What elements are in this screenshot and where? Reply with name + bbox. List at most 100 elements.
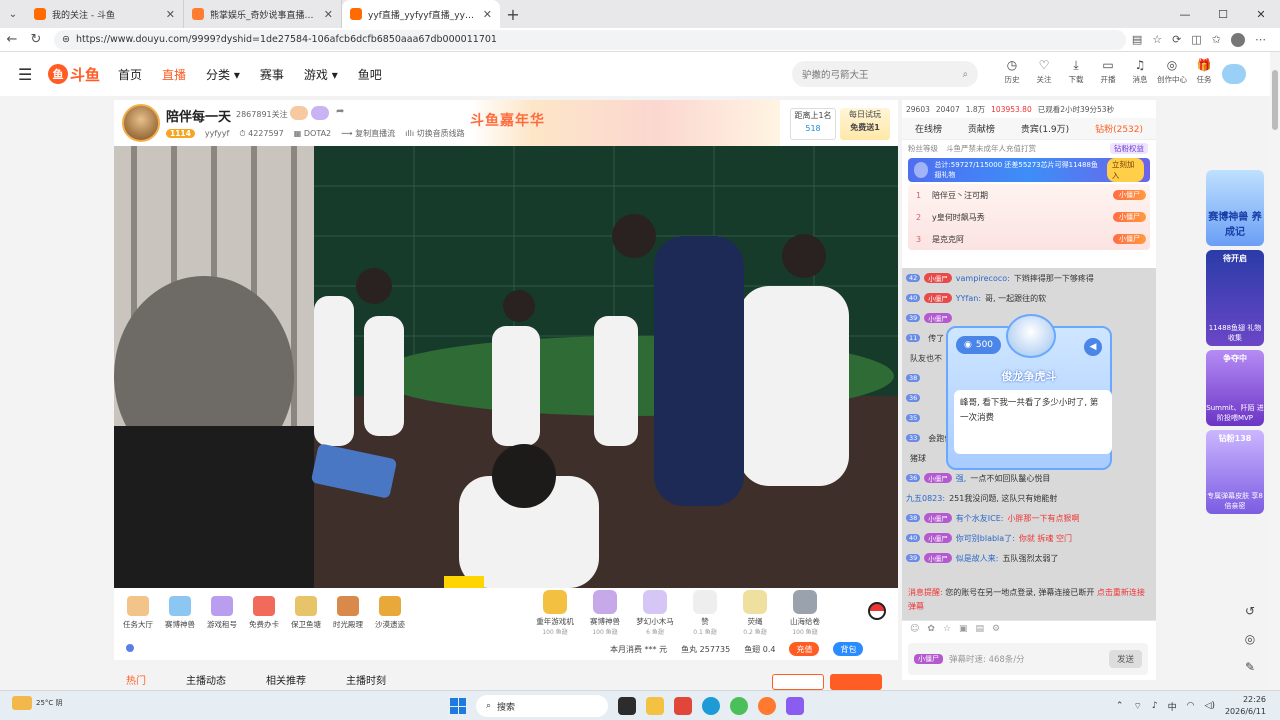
promo-mvp[interactable]: 争夺中 Summit、阡陌 进阶投喂MVP	[1206, 350, 1264, 426]
chat-user[interactable]: 九五0823:	[906, 493, 945, 504]
carnival-banner[interactable]: 斗鱼嘉年华	[470, 100, 780, 146]
tasks-button[interactable]: 🎁 任务	[1188, 58, 1220, 85]
gift-item[interactable]: 山海给卷 100 鱼翅	[784, 590, 826, 636]
wps-icon[interactable]	[674, 697, 692, 715]
reload-icon[interactable]: ↻	[24, 32, 48, 47]
bag-button[interactable]: 背包	[833, 642, 864, 656]
barrage-style-icon[interactable]: ▣	[959, 624, 968, 634]
pokeball-icon[interactable]	[868, 602, 886, 620]
back-arrow-icon[interactable]: ←	[0, 32, 24, 47]
more-menu-icon[interactable]: ⋯	[1255, 33, 1266, 46]
clock[interactable]: 22:26 2026/6/11	[1225, 694, 1266, 718]
favorites-icon[interactable]: ✩	[1212, 33, 1221, 46]
chat-user[interactable]: YYfan:	[956, 294, 981, 303]
tab-contribution[interactable]: 贡献榜	[968, 122, 995, 135]
chat-input[interactable]: 小僵尸 弹幕时速: 468条/分 发送	[908, 643, 1148, 675]
page-scrollbar[interactable]	[1270, 52, 1280, 690]
douyu-logo[interactable]: 鱼 斗鱼	[48, 63, 100, 85]
copy-stream-button[interactable]: ⟿ 复制直播流	[341, 128, 395, 139]
tab-menu-chevron-icon[interactable]: ⌄	[0, 0, 26, 28]
user-avatar[interactable]	[1222, 64, 1246, 84]
rank-row[interactable]: 1 陪伴豆丶汪可期 小僵尸	[908, 184, 1150, 206]
flower-icon[interactable]: ✿	[927, 624, 935, 634]
promo-cyber-beast[interactable]: 赛博神兽 养成记	[1206, 170, 1264, 246]
share-icon[interactable]: ➦	[336, 106, 344, 117]
tab-streamer-news[interactable]: 主播动态	[186, 672, 226, 690]
free-card-button[interactable]: 免费办卡	[246, 596, 282, 630]
gift-item[interactable]: 赛博神兽 100 鱼翅	[584, 590, 626, 636]
star-icon[interactable]: ☆	[943, 624, 951, 634]
tab-hot[interactable]: 热门	[126, 672, 146, 690]
target-icon[interactable]: ◎	[1245, 632, 1255, 646]
reader-mode-icon[interactable]: ▤	[1132, 33, 1142, 46]
nav-yuba[interactable]: 鱼吧	[358, 66, 382, 83]
close-window-icon[interactable]: ✕	[1242, 0, 1280, 28]
maximize-icon[interactable]: ☐	[1204, 0, 1242, 28]
history-back-icon[interactable]: ↺	[1245, 604, 1255, 618]
wifi-icon[interactable]: ◠	[1187, 701, 1195, 711]
taskbar-search[interactable]: ⌕ 搜索	[476, 695, 608, 717]
gift-item[interactable]: 荧绳 0.2 鱼翅	[734, 590, 776, 636]
water-drop-icon[interactable]	[126, 644, 134, 652]
edge-browser-icon[interactable]	[702, 697, 720, 715]
menu-hamburger-icon[interactable]: ☰	[18, 65, 38, 84]
recharge-button[interactable]: 充值	[789, 642, 820, 656]
rank-row[interactable]: 3 是克克阿 小僵尸	[908, 228, 1150, 250]
sound-icon[interactable]: ◀	[1084, 338, 1102, 356]
new-tab-plus-icon[interactable]: +	[500, 0, 526, 28]
tab-online-rank[interactable]: 在线榜	[915, 122, 942, 135]
browser-tab-1[interactable]: 我的关注 - 斗鱼 ✕	[26, 0, 184, 28]
close-tab-icon[interactable]: ✕	[483, 8, 492, 21]
url-field[interactable]: ⊜ https://www.douyu.com/9999?dyshid=1de2…	[54, 29, 1126, 50]
site-info-icon[interactable]: ⊜	[62, 34, 70, 45]
tab-diamond-fans[interactable]: 钻粉(2532)	[1095, 122, 1143, 135]
file-explorer-icon[interactable]	[646, 697, 664, 715]
time-palace-button[interactable]: 时光殿理	[330, 596, 366, 630]
close-tab-icon[interactable]: ✕	[324, 8, 333, 21]
fan-level-label[interactable]: 粉丝等级	[908, 143, 938, 154]
diamond-rights-button[interactable]: 钻粉权益	[1110, 142, 1148, 154]
download-button[interactable]: ⤓ 下载	[1060, 58, 1092, 85]
app-icon[interactable]	[786, 697, 804, 715]
badge-icon[interactable]	[290, 106, 308, 120]
post-button[interactable]	[830, 674, 882, 690]
gift-item[interactable]: 赞 0.1 鱼翅	[684, 590, 726, 636]
edit-icon[interactable]: ✎	[1245, 660, 1255, 674]
cyber-beast-button[interactable]: 赛博神兽	[162, 596, 198, 630]
tab-moments[interactable]: 主播时刻	[346, 672, 386, 690]
nav-events[interactable]: 赛事	[260, 66, 284, 83]
daily-trial-box[interactable]: 每日试玩 免费送1	[840, 108, 890, 140]
extensions-icon[interactable]: ⟳	[1172, 33, 1181, 46]
history-button[interactable]: ◷ 历史	[996, 58, 1028, 85]
game-rent-button[interactable]: 游戏租号	[204, 596, 240, 630]
switch-line-button[interactable]: ıllı 切换音质线路	[405, 128, 464, 139]
promo-diamond-fan[interactable]: 钻粉138 专属弹幕皮肤 享8倍亲密	[1206, 430, 1264, 514]
tab-vip[interactable]: 贵宾(1.9万)	[1021, 122, 1069, 135]
tab-recommend[interactable]: 相关推荐	[266, 672, 306, 690]
promo-fin-gift[interactable]: 待开启 11488鱼翅 礼物收集	[1206, 250, 1264, 346]
minimize-icon[interactable]: —	[1166, 0, 1204, 28]
browser-tab-2[interactable]: 熊掌娱乐_奇妙说事直播_奇妙说事 ✕	[184, 0, 342, 28]
chat-user[interactable]: 你可别blabla了:	[956, 533, 1015, 544]
tray-chevron-icon[interactable]: ⌃	[1116, 701, 1124, 711]
wechat-icon[interactable]	[730, 697, 748, 715]
browser-tab-3[interactable]: yyf直播_yyfyyf直播_yyfDOTA2直播 ✕	[342, 0, 500, 28]
search-icon[interactable]: ⌕	[963, 69, 968, 80]
task-hall-button[interactable]: 任务大厅	[120, 596, 156, 630]
nav-games[interactable]: 游戏 ▾	[304, 66, 338, 83]
fan-tag[interactable]: 小僵尸	[914, 654, 943, 664]
messages-button[interactable]: ♫ 消息	[1124, 58, 1156, 85]
send-button[interactable]: 发送	[1108, 650, 1142, 668]
nav-home[interactable]: 首页	[118, 66, 142, 83]
split-screen-icon[interactable]: ◫	[1191, 33, 1201, 46]
douyu-app-icon[interactable]	[758, 697, 776, 715]
defend-pond-button[interactable]: 保卫鱼塘	[288, 596, 324, 630]
search-input[interactable]: 驴撒的弓箭大王 ⌕	[792, 61, 978, 87]
chat-user[interactable]: 似是故人来:	[956, 553, 999, 564]
ime-indicator[interactable]: 中	[1168, 700, 1177, 713]
mic-icon[interactable]: ♪	[1152, 701, 1158, 711]
fan-card-icon[interactable]: ▤	[976, 624, 985, 634]
follow-button[interactable]: ♡ 关注	[1028, 58, 1060, 85]
badge-icon[interactable]	[311, 106, 329, 120]
chat-user[interactable]: 有个水友ICE:	[956, 513, 1004, 524]
